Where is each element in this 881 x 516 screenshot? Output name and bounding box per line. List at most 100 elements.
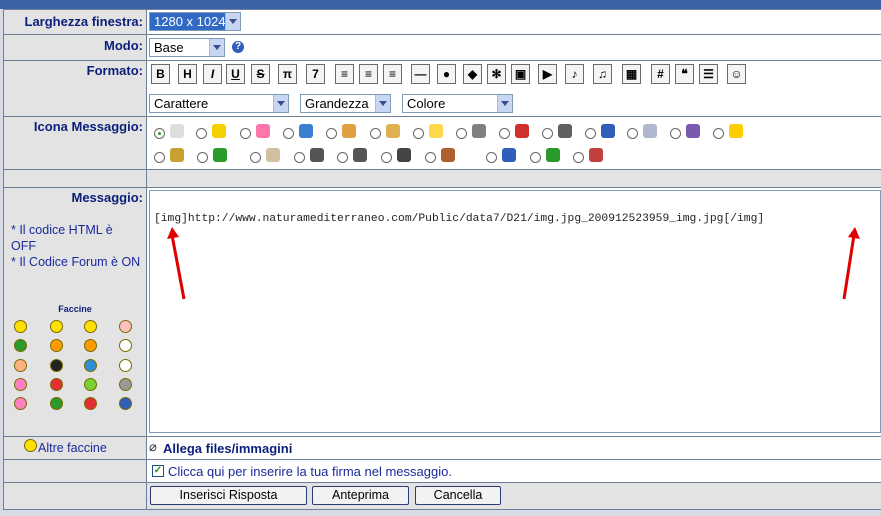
window-width-value: 1280 x 1024 — [154, 14, 226, 29]
message-icon-label: Icona Messaggio: — [4, 117, 146, 169]
bold-button[interactable]: B — [151, 64, 170, 84]
message-icon-radio[interactable] — [413, 128, 424, 139]
chevron-down-icon — [225, 13, 240, 30]
italic-button[interactable]: I — [203, 64, 222, 84]
message-icon-radio[interactable] — [154, 152, 165, 163]
highlight-button[interactable]: H — [178, 64, 197, 84]
mp3-button[interactable]: ♫ — [593, 64, 612, 84]
smiley-icon[interactable] — [14, 359, 27, 372]
signature-checkbox[interactable]: ✓ — [152, 465, 164, 477]
message-icon-option-icon — [310, 148, 324, 162]
smiley-icon[interactable] — [119, 359, 132, 372]
message-icon-radio[interactable] — [456, 128, 467, 139]
align-center-button[interactable]: ≡ — [359, 64, 378, 84]
mode-cell: Base ? — [147, 35, 881, 60]
preview-button[interactable]: Anteprima — [312, 486, 409, 505]
message-icon-option-icon — [643, 124, 657, 138]
message-icon-radio[interactable] — [585, 128, 596, 139]
message-icon-radio[interactable] — [196, 128, 207, 139]
message-icon-radio[interactable] — [499, 128, 510, 139]
message-icon-radio[interactable] — [370, 128, 381, 139]
smiley-icon[interactable] — [50, 397, 63, 410]
submit-reply-button[interactable]: Inserisci Risposta — [150, 486, 307, 505]
message-icon-radio[interactable] — [425, 152, 436, 163]
message-icon-radio[interactable] — [283, 128, 294, 139]
message-icon-radio[interactable] — [670, 128, 681, 139]
smiley-icon[interactable] — [14, 397, 27, 410]
smiley-icon[interactable] — [84, 359, 97, 372]
film-button[interactable]: ✻ — [487, 64, 506, 84]
message-icon-radio[interactable] — [542, 128, 553, 139]
smiley-icon[interactable] — [14, 339, 27, 352]
message-icon-option-icon — [546, 148, 560, 162]
smiley-icon[interactable] — [119, 320, 132, 333]
message-icon-option-icon — [212, 124, 226, 138]
picture-button[interactable]: ▣ — [511, 64, 530, 84]
pi-button[interactable]: π — [278, 64, 297, 84]
smiley-icon[interactable] — [84, 397, 97, 410]
smiley-icon[interactable] — [50, 378, 63, 391]
message-icon-option-icon — [256, 124, 270, 138]
cancel-button[interactable]: Cancella — [415, 486, 501, 505]
red-arrow-left-icon — [167, 227, 186, 300]
message-icon-radio[interactable] — [294, 152, 305, 163]
attach-link[interactable]: Allega files/immagini — [163, 441, 292, 456]
message-icon-radio[interactable] — [486, 152, 497, 163]
message-icon-radio[interactable] — [250, 152, 261, 163]
smiley-icon[interactable] — [84, 320, 97, 333]
message-icon-radio[interactable] — [197, 152, 208, 163]
chevron-down-icon — [375, 95, 390, 112]
more-smileys-link[interactable]: Altre faccine — [38, 441, 107, 455]
help-icon[interactable]: ? — [232, 41, 244, 53]
message-icon-radio[interactable] — [530, 152, 541, 163]
window-width-select[interactable]: 1280 x 1024 — [149, 12, 241, 31]
mode-select[interactable]: Base — [149, 38, 225, 57]
forum-code-note: * Il Codice Forum è ON — [11, 255, 141, 269]
image-button[interactable]: ◆ — [463, 64, 482, 84]
italic-box-button[interactable]: 7 — [306, 64, 325, 84]
list-button[interactable]: ☰ — [699, 64, 718, 84]
message-icon-radio[interactable] — [381, 152, 392, 163]
table-button[interactable]: ▦ — [622, 64, 641, 84]
spacer-label — [4, 170, 146, 187]
message-icon-option-icon — [170, 124, 184, 138]
smiley-icon[interactable] — [50, 339, 63, 352]
smiley-button[interactable]: ☺ — [727, 64, 746, 84]
smiley-icon[interactable] — [119, 397, 132, 410]
message-icon-option-icon — [342, 124, 356, 138]
color-select[interactable]: Colore — [402, 94, 513, 113]
size-value: Grandezza — [305, 96, 369, 111]
hr-button[interactable]: — — [411, 64, 430, 84]
strike-button[interactable]: S — [251, 64, 270, 84]
paperclip-icon: ⌀ — [149, 439, 157, 454]
message-icon-radio[interactable] — [240, 128, 251, 139]
smiley-icon[interactable] — [14, 320, 27, 333]
hash-button[interactable]: # — [651, 64, 670, 84]
message-label-cell: Messaggio: * Il codice HTML è OFF * Il C… — [4, 188, 146, 436]
quote-button[interactable]: ❝ — [675, 64, 694, 84]
smiley-icon[interactable] — [50, 320, 63, 333]
wmv-button[interactable]: ♪ — [565, 64, 584, 84]
message-icon-radio[interactable] — [627, 128, 638, 139]
web-button[interactable]: ● — [437, 64, 456, 84]
font-select[interactable]: Carattere — [149, 94, 289, 113]
message-textarea[interactable]: [img]http://www.naturamediterraneo.com/P… — [149, 190, 881, 433]
signature-cell: ✓ Clicca qui per inserire la tua firma n… — [147, 460, 881, 482]
font-value: Carattere — [154, 96, 209, 111]
smiley-icon[interactable] — [119, 339, 132, 352]
align-left-button[interactable]: ≡ — [335, 64, 354, 84]
message-icon-radio[interactable] — [713, 128, 724, 139]
youtube-button[interactable]: ▶ — [538, 64, 557, 84]
underline-button[interactable]: U — [226, 64, 245, 84]
smiley-icon[interactable] — [50, 359, 63, 372]
smiley-icon[interactable] — [84, 378, 97, 391]
size-select[interactable]: Grandezza — [300, 94, 391, 113]
smiley-icon[interactable] — [84, 339, 97, 352]
smiley-icon[interactable] — [119, 378, 132, 391]
message-icon-radio[interactable] — [337, 152, 348, 163]
message-icon-radio[interactable] — [154, 128, 165, 139]
message-icon-radio[interactable] — [326, 128, 337, 139]
message-icon-radio[interactable] — [573, 152, 584, 163]
align-right-button[interactable]: ≡ — [383, 64, 402, 84]
smiley-icon[interactable] — [14, 378, 27, 391]
